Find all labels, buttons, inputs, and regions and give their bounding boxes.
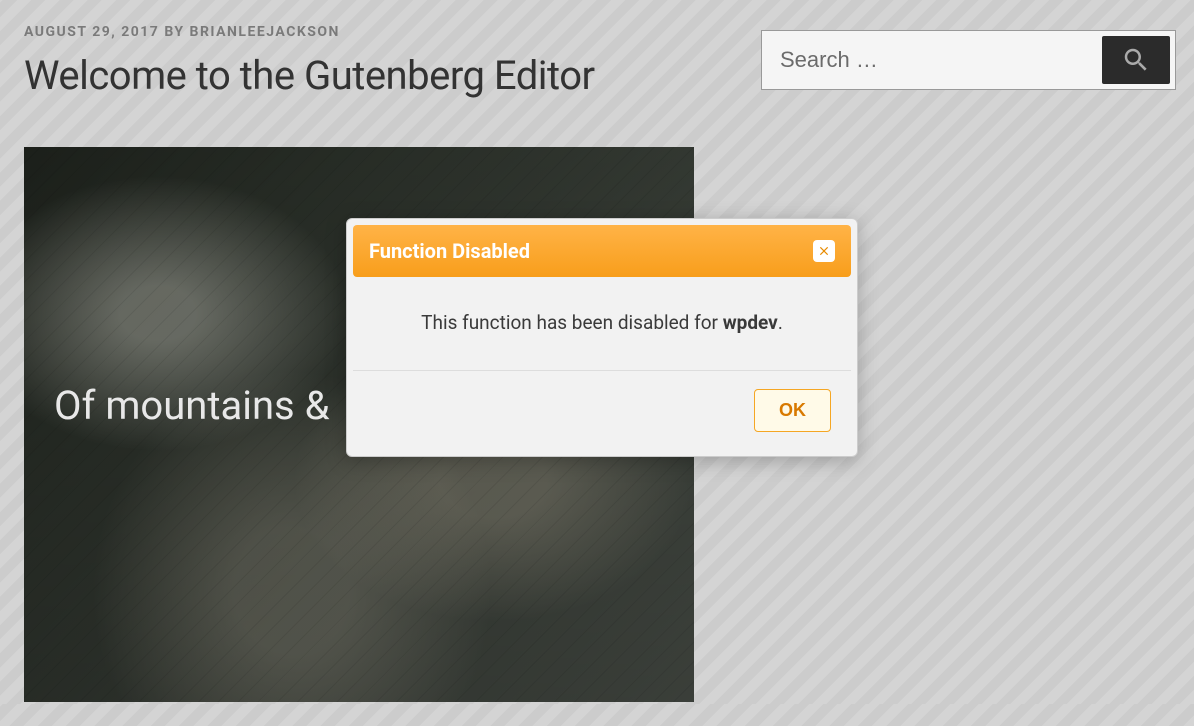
search-button[interactable] [1102, 36, 1170, 84]
modal-title: Function Disabled [369, 239, 530, 263]
modal-message-prefix: This function has been disabled for [421, 311, 723, 334]
search-input[interactable] [762, 31, 1097, 89]
post-by-label: BY [164, 24, 184, 40]
modal-header: Function Disabled [353, 225, 851, 277]
search-box [761, 30, 1176, 90]
sidebar [761, 30, 1176, 90]
modal-body: This function has been disabled for wpde… [353, 277, 851, 371]
ok-button[interactable]: OK [754, 389, 831, 432]
close-icon [817, 244, 831, 258]
modal-dialog: Function Disabled This function has been… [346, 218, 858, 457]
modal-footer: OK [353, 371, 851, 450]
modal-message-bold: wpdev [723, 311, 778, 334]
author-link[interactable]: BRIANLEEJACKSON [190, 24, 340, 40]
search-icon [1121, 45, 1151, 75]
modal-message-suffix: . [778, 311, 783, 334]
post-date: AUGUST 29, 2017 [24, 24, 159, 40]
modal-close-button[interactable] [813, 240, 835, 262]
image-overlay-text: Of mountains & [54, 382, 330, 429]
